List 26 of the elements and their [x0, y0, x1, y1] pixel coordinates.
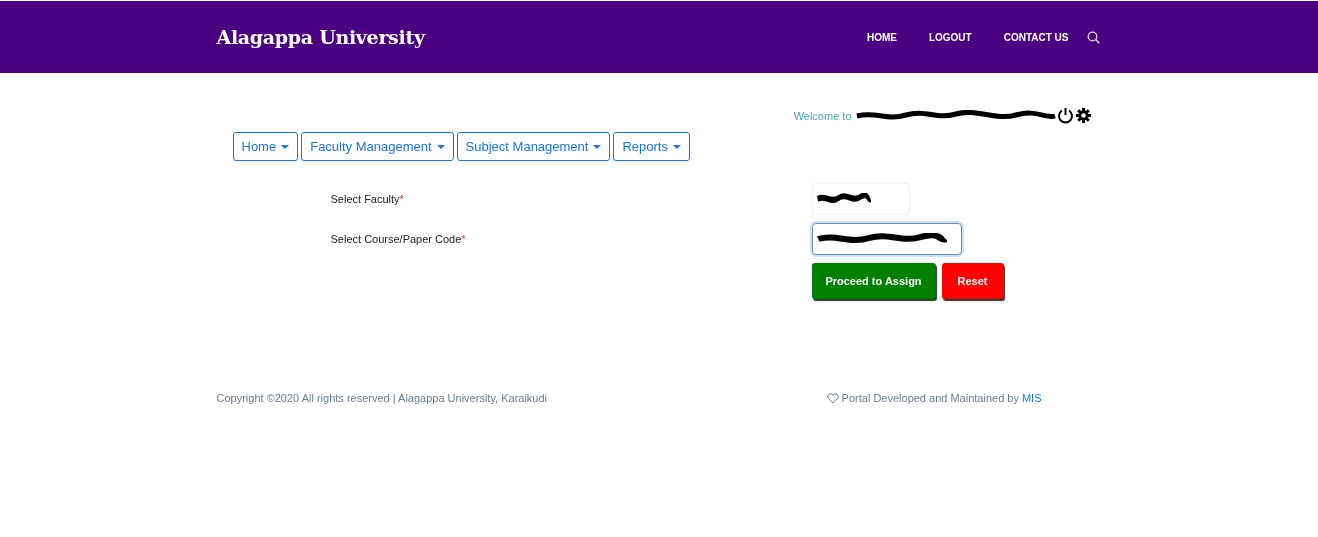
caret-icon — [673, 144, 681, 149]
proceed-button[interactable]: Proceed to Assign — [811, 263, 936, 299]
field-label: Select Faculty* — [329, 193, 405, 205]
reset-button[interactable]: Reset — [941, 263, 1004, 299]
caret-icon — [436, 144, 445, 149]
credit-text: Portal Developed and Maintained by — [841, 392, 1019, 404]
menu-dropdown-button[interactable]: Subject Management — [456, 132, 611, 161]
field-label: Select Course/Paper Code* — [329, 233, 467, 245]
copyright-text: Copyright ©2020 All rights reserved | Alagappa University, Karaikudi — [216, 392, 548, 404]
menu-dropdown-button[interactable]: Home — [232, 132, 299, 161]
search-icon[interactable] — [1086, 30, 1100, 44]
settings-icon[interactable] — [1074, 107, 1092, 124]
menu-dropdown-button[interactable]: Reports — [613, 132, 690, 161]
mis-link[interactable]: MIS — [1021, 392, 1042, 404]
select-field[interactable] — [811, 223, 962, 255]
nav-link[interactable]: HOME — [866, 31, 897, 43]
caret-icon — [593, 144, 602, 149]
heart-icon — [826, 392, 839, 404]
power-icon[interactable] — [1056, 107, 1074, 124]
redaction-scribble — [816, 193, 871, 205]
nav-link[interactable]: CONTACT US — [1003, 31, 1069, 43]
site-title: Alagappa University — [216, 26, 425, 48]
nav-link[interactable]: LOGOUT — [928, 31, 972, 43]
welcome-text: Welcome to — [793, 109, 852, 122]
menu-dropdown-button[interactable]: Faculty Management — [301, 132, 454, 161]
caret-icon — [281, 144, 290, 149]
